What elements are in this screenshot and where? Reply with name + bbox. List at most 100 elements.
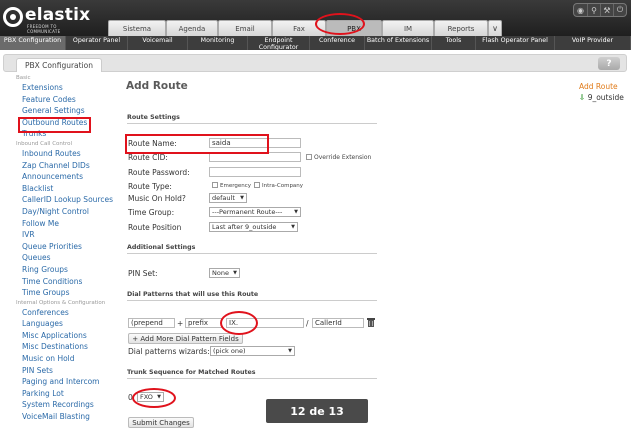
sidebar-item-day-night-control[interactable]: Day/Night Control — [16, 206, 116, 218]
trunk-select[interactable]: FXO ▼ — [137, 392, 164, 402]
help-button[interactable]: ? — [598, 57, 620, 70]
chevron-down-icon: ▼ — [240, 195, 244, 201]
module-bar: PBX Configuration ? — [3, 54, 627, 72]
top-header: elastix FREEDOM TO COMMUNICATE Sistema Ag… — [0, 0, 631, 36]
sidebar-item-misc-applications[interactable]: Misc Applications — [16, 330, 116, 342]
dial-patterns-wizard-select[interactable]: (pick one) ▼ — [210, 346, 295, 356]
tab-im[interactable]: IM — [382, 20, 434, 36]
time-group-select[interactable]: ---Permanent Route--- ▼ — [209, 207, 301, 217]
sidebar-item-blacklist[interactable]: Blacklist — [16, 183, 116, 195]
intra-company-checkbox[interactable] — [254, 182, 260, 188]
module-tab[interactable]: PBX Configuration — [16, 58, 102, 72]
sidebar-item-callerid-lookup-sources[interactable]: CallerID Lookup Sources — [16, 194, 116, 206]
emergency-label: Emergency — [220, 183, 252, 189]
subnav-operator-panel[interactable]: Operator Panel — [66, 36, 128, 50]
tools-icon[interactable]: ⚒ — [600, 4, 613, 16]
route-cid-input[interactable] — [209, 152, 301, 162]
route-cid-label: Route CID: — [128, 153, 168, 162]
dial-patterns-wizard-label: Dial patterns wizards: — [128, 347, 210, 356]
chevron-down-icon[interactable]: ∨ — [488, 20, 502, 36]
sub-navigation: PBX Configuration Operator Panel Voicemail… — [0, 36, 631, 50]
drop-icon[interactable]: ◉ — [574, 4, 587, 16]
sidebar-item-zap-channel-dids[interactable]: Zap Channel DIDs — [16, 160, 116, 172]
route-item[interactable]: ⇩ 9_outside — [575, 93, 627, 104]
submit-changes-button[interactable]: Submit Changes — [128, 417, 194, 428]
callerid-input[interactable]: CallerId — [312, 318, 364, 328]
sidebar-item-music-on-hold[interactable]: Music on Hold — [16, 353, 116, 365]
sidebar-item-conferences[interactable]: Conferences — [16, 307, 116, 319]
pin-set-label: PIN Set: — [128, 269, 158, 278]
power-icon[interactable]: ⏻ — [613, 4, 626, 16]
add-route-link[interactable]: Add Route — [575, 82, 627, 93]
subnav-voip-provider[interactable]: VoIP Provider — [555, 36, 631, 50]
route-password-input[interactable] — [209, 167, 301, 177]
sidebar-item-parking-lot[interactable]: Parking Lot — [16, 388, 116, 400]
route-name-input[interactable]: saida — [209, 138, 301, 148]
tab-pbx[interactable]: PBX — [326, 20, 382, 36]
emergency-checkbox[interactable] — [212, 182, 218, 188]
sidebar-item-feature-codes[interactable]: Feature Codes — [16, 94, 116, 106]
subnav-tools[interactable]: Tools — [432, 36, 476, 50]
tab-agenda[interactable]: Agenda — [166, 20, 218, 36]
music-on-hold-label: Music On Hold? — [128, 194, 186, 203]
sidebar-item-announcements[interactable]: Announcements — [16, 171, 116, 183]
additional-settings-header: Additional Settings — [127, 244, 377, 254]
plus-sign: + — [177, 319, 184, 328]
elastix-logo[interactable]: elastix FREEDOM TO COMMUNICATE — [3, 5, 91, 34]
sidebar-item-voicemail-blasting[interactable]: VoiceMail Blasting — [16, 411, 116, 423]
override-extension-checkbox[interactable] — [306, 154, 312, 160]
subnav-voicemail[interactable]: Voicemail — [128, 36, 188, 50]
header-tools: ◉ ⚲ ⚒ ⏻ — [573, 3, 627, 17]
sidebar-item-general-settings[interactable]: General Settings — [16, 105, 116, 117]
trunk-index: 0 — [128, 393, 133, 402]
pin-set-select[interactable]: None ▼ — [209, 268, 240, 278]
sidebar-menu: Basic Extensions Feature Codes General Sett… — [16, 74, 116, 423]
sidebar-item-inbound-routes[interactable]: Inbound Routes — [16, 148, 116, 160]
match-pattern-input[interactable]: IX. — [226, 318, 304, 328]
sidebar-item-pin-sets[interactable]: PIN Sets — [16, 365, 116, 377]
sidebar-item-paging-and-intercom[interactable]: Paging and Intercom — [16, 376, 116, 388]
sidebar-item-queue-priorities[interactable]: Queue Priorities — [16, 241, 116, 253]
route-position-select[interactable]: Last after 9_outside ▼ — [209, 222, 298, 232]
sidebar-item-trunks[interactable]: Trunks — [16, 128, 116, 140]
tab-fax[interactable]: Fax — [272, 20, 326, 36]
sidebar-item-ivr[interactable]: IVR — [16, 229, 116, 241]
search-icon[interactable]: ⚲ — [587, 4, 600, 16]
sidebar-item-follow-me[interactable]: Follow Me — [16, 218, 116, 230]
route-name-label: Route Name: — [128, 139, 177, 148]
chevron-down-icon: ▼ — [157, 394, 161, 400]
dial-patterns-header: Dial Patterns that will use this Route — [127, 291, 377, 301]
sidebar-item-time-groups[interactable]: Time Groups — [16, 287, 116, 299]
slide-counter: 12 de 13 — [266, 399, 368, 423]
logo-ring-icon — [3, 7, 23, 27]
sidebar-item-languages[interactable]: Languages — [16, 318, 116, 330]
tab-email[interactable]: Email — [218, 20, 272, 36]
sidebar-item-outbound-routes[interactable]: Outbound Routes — [16, 117, 116, 129]
slash-sign: / — [306, 319, 309, 328]
arrow-down-icon: ⇩ — [579, 93, 586, 102]
sidebar-item-system-recordings[interactable]: System Recordings — [16, 399, 116, 411]
subnav-endpoint-configurator[interactable]: Endpoint Configurator — [248, 36, 310, 50]
trash-icon[interactable] — [367, 317, 375, 327]
subnav-pbx-configuration[interactable]: PBX Configuration — [0, 36, 66, 50]
subnav-flash-operator-panel[interactable]: Flash Operator Panel — [476, 36, 555, 50]
sidebar-item-misc-destinations[interactable]: Misc Destinations — [16, 341, 116, 353]
sidebar-item-ring-groups[interactable]: Ring Groups — [16, 264, 116, 276]
add-more-dial-patterns-button[interactable]: + Add More Dial Pattern Fields — [128, 333, 243, 344]
subnav-batch-of-extensions[interactable]: Batch of Extensions — [365, 36, 432, 50]
sidebar-item-queues[interactable]: Queues — [16, 252, 116, 264]
tab-sistema[interactable]: Sistema — [108, 20, 166, 36]
sidebar-section: Internal Options & Configuration — [16, 299, 106, 306]
prefix-input[interactable]: prefix — [185, 318, 222, 328]
route-list-panel: Add Route ⇩ 9_outside — [575, 82, 627, 104]
prepend-input[interactable]: (prepend — [128, 318, 175, 328]
music-on-hold-select[interactable]: default ▼ — [209, 193, 247, 203]
sidebar-item-time-conditions[interactable]: Time Conditions — [16, 276, 116, 288]
chevron-down-icon: ▼ — [288, 348, 292, 354]
sidebar-item-extensions[interactable]: Extensions — [16, 82, 116, 94]
subnav-monitoring[interactable]: Monitoring — [188, 36, 248, 50]
chevron-down-icon: ▼ — [294, 209, 298, 215]
subnav-conference[interactable]: Conference — [310, 36, 365, 50]
tab-reports[interactable]: Reports — [434, 20, 488, 36]
sidebar-section: Basic — [16, 75, 31, 81]
